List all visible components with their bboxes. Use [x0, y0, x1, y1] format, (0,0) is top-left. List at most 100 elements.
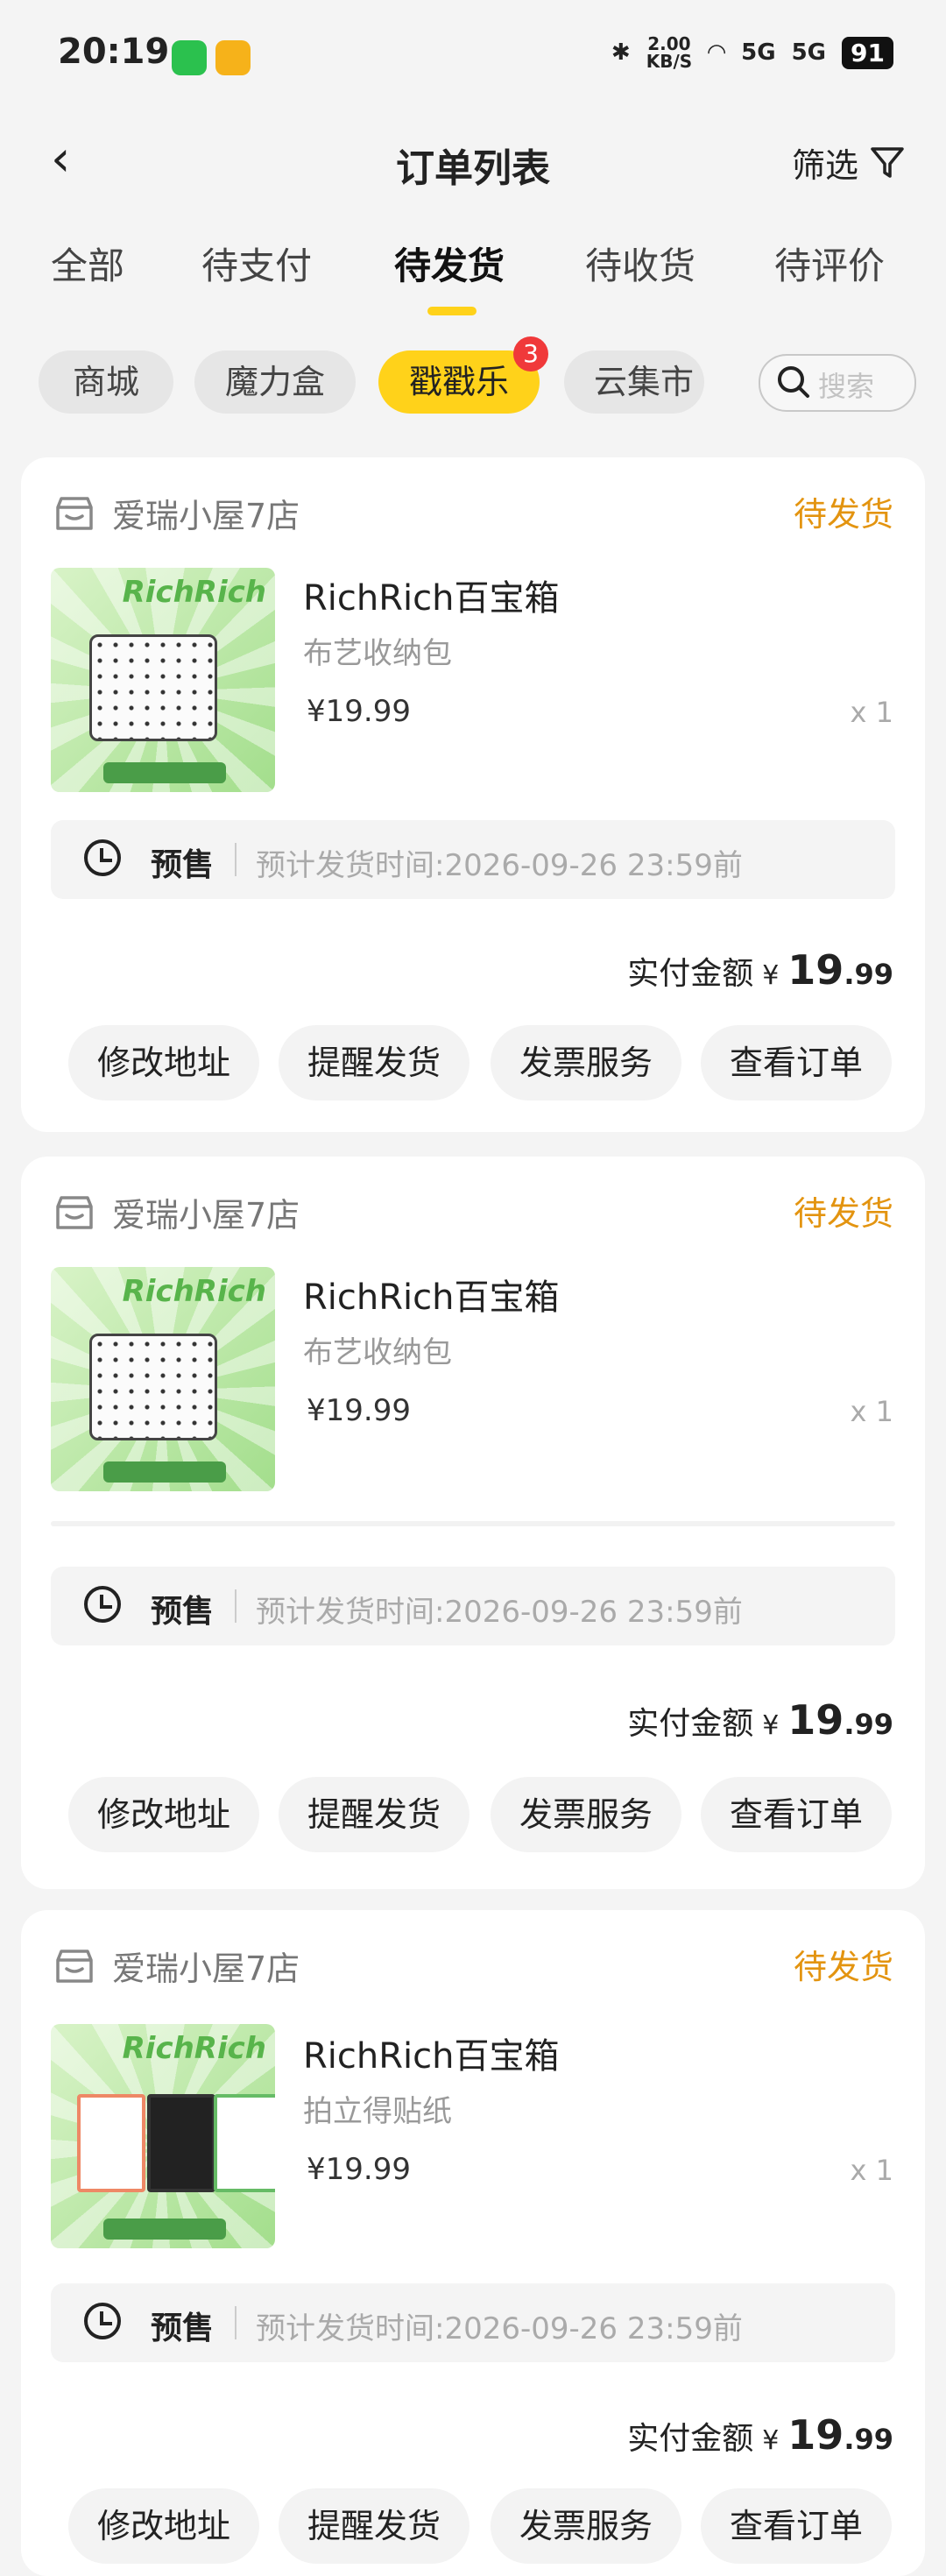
paid-amount: 实付金额 ¥ 19 .99	[627, 946, 893, 994]
eta-text: 预计发货时间:2026-09-26 23:59前	[256, 848, 743, 883]
product-price: ¥19.99	[307, 694, 411, 729]
order-actions: 修改地址 提醒发货 发票服务 查看订单	[68, 2488, 909, 2564]
invoice-service-button[interactable]: 发票服务	[491, 2488, 681, 2564]
invoice-service-button[interactable]: 发票服务	[491, 1025, 681, 1100]
nav-bar: ‹ 订单列表 筛选	[0, 131, 946, 191]
product-price: ¥19.99	[307, 1393, 411, 1428]
order-state: 待发货	[793, 495, 893, 534]
category-chips: 商城 魔力盒 戳戳乐 3 云集市 搜索	[39, 336, 916, 421]
shop-icon	[56, 496, 93, 530]
order-card: 爱瑞小屋7店 待发货 RichRich RichRich百宝箱 拍立得贴纸 ¥1…	[21, 1910, 925, 2576]
filter-icon	[871, 146, 904, 178]
presale-info: 预售 预计发货时间:2026-09-26 23:59前	[51, 2283, 895, 2362]
product-logo: RichRich	[122, 575, 266, 610]
invoice-service-button[interactable]: 发票服务	[491, 1777, 681, 1852]
shop-name: 爱瑞小屋7店	[112, 1196, 300, 1235]
modify-address-button[interactable]: 修改地址	[68, 1025, 259, 1100]
tab-all[interactable]: 全部	[51, 237, 124, 290]
clock-icon	[84, 1586, 121, 1623]
chip-mall[interactable]: 商城	[39, 350, 173, 414]
remind-shipping-button[interactable]: 提醒发货	[279, 2488, 469, 2564]
shop-icon	[56, 1195, 93, 1229]
view-order-button[interactable]: 查看订单	[701, 2488, 892, 2564]
presale-label: 预售	[151, 1594, 215, 1630]
presale-label: 预售	[151, 847, 215, 883]
paid-dec: .99	[844, 1708, 893, 1741]
tab-pending-review[interactable]: 待评价	[774, 237, 885, 290]
status-indicators: ✱ 2.00 KB/S ◠ 5G 5G 91	[611, 35, 893, 70]
tab-pending-shipment[interactable]: 待发货	[394, 237, 505, 290]
status-tabs: 全部 待支付 待发货 待收货 待评价	[0, 237, 946, 315]
product-spec: 拍立得贴纸	[303, 2094, 452, 2129]
eta-text: 预计发货时间:2026-09-26 23:59前	[256, 1595, 743, 1630]
chip-cloud-market[interactable]: 云集市	[564, 350, 704, 414]
search-input[interactable]: 搜索	[759, 354, 916, 412]
tab-pending-receipt[interactable]: 待收货	[585, 237, 695, 290]
shop-icon	[56, 1949, 93, 1983]
product-qty: x 1	[850, 696, 893, 729]
active-tab-indicator	[427, 307, 477, 315]
presale-info: 预售 预计发货时间:2026-09-26 23:59前	[51, 1567, 895, 1645]
presale-label: 预售	[151, 2311, 215, 2346]
product-image[interactable]: RichRich	[51, 2024, 275, 2248]
bluetooth-icon: ✱	[611, 39, 631, 66]
product-spec: 布艺收纳包	[303, 1335, 452, 1370]
wechat-icon	[172, 40, 207, 75]
chip-poke-fun-label: 戳戳乐	[408, 363, 509, 401]
chip-poke-fun[interactable]: 戳戳乐 3	[378, 336, 548, 414]
product-qty: x 1	[850, 1395, 893, 1428]
paid-int: 19	[787, 946, 844, 994]
signal-1: 5G	[741, 39, 776, 66]
order-actions: 修改地址 提醒发货 发票服务 查看订单	[68, 1777, 909, 1852]
paid-amount: 实付金额 ¥ 19 .99	[627, 2411, 893, 2459]
product-logo: RichRich	[122, 1274, 266, 1309]
order-state: 待发货	[793, 1948, 893, 1986]
paid-dec: .99	[844, 958, 893, 991]
view-order-button[interactable]: 查看订单	[701, 1777, 892, 1852]
product-name[interactable]: RichRich百宝箱	[303, 2028, 560, 2078]
wifi-icon: ◠	[708, 39, 726, 66]
product-name[interactable]: RichRich百宝箱	[303, 1269, 560, 1320]
filter-button[interactable]: 筛选	[792, 138, 906, 187]
remind-shipping-button[interactable]: 提醒发货	[279, 1025, 469, 1100]
chip-magic-box[interactable]: 魔力盒	[194, 350, 356, 414]
order-card: 爱瑞小屋7店 待发货 RichRich RichRich百宝箱 布艺收纳包 ¥1…	[21, 457, 925, 1132]
network-speed: 2.00 KB/S	[646, 33, 693, 72]
shop-header[interactable]: 爱瑞小屋7店	[53, 1188, 300, 1236]
paid-amount: 实付金额 ¥ 19 .99	[627, 1696, 893, 1744]
paid-int: 19	[787, 2411, 844, 2459]
order-state: 待发货	[793, 1194, 893, 1233]
presale-info: 预售 预计发货时间:2026-09-26 23:59前	[51, 820, 895, 899]
search-placeholder: 搜索	[818, 370, 875, 403]
product-name[interactable]: RichRich百宝箱	[303, 570, 560, 620]
paid-label: 实付金额	[627, 2421, 754, 2457]
remind-shipping-button[interactable]: 提醒发货	[279, 1777, 469, 1852]
shop-header[interactable]: 爱瑞小屋7店	[53, 489, 300, 537]
product-qty: x 1	[850, 2154, 893, 2187]
paid-currency: ¥	[762, 2425, 780, 2456]
order-actions: 修改地址 提醒发货 发票服务 查看订单	[68, 1025, 909, 1100]
paid-dec: .99	[844, 2423, 893, 2456]
shop-name: 爱瑞小屋7店	[112, 1950, 300, 1988]
weibo-icon	[215, 40, 251, 75]
product-price: ¥19.99	[307, 2152, 411, 2187]
product-image[interactable]: RichRich	[51, 1267, 275, 1491]
modify-address-button[interactable]: 修改地址	[68, 2488, 259, 2564]
eta-text: 预计发货时间:2026-09-26 23:59前	[256, 2311, 743, 2346]
order-card: 爱瑞小屋7店 待发货 RichRich RichRich百宝箱 布艺收纳包 ¥1…	[21, 1157, 925, 1889]
product-image[interactable]: RichRich	[51, 568, 275, 792]
status-time: 20:19	[58, 32, 170, 72]
tab-pending-payment[interactable]: 待支付	[201, 237, 312, 290]
shop-name: 爱瑞小屋7店	[112, 497, 300, 535]
modify-address-button[interactable]: 修改地址	[68, 1777, 259, 1852]
clock-icon	[84, 839, 121, 876]
shop-header[interactable]: 爱瑞小屋7店	[53, 1942, 300, 1990]
status-bar: 20:19 ✱ 2.00 KB/S ◠ 5G 5G 91	[0, 0, 946, 105]
search-icon	[778, 366, 809, 398]
paid-int: 19	[787, 1696, 844, 1744]
battery-level: 91	[842, 36, 893, 69]
view-order-button[interactable]: 查看订单	[701, 1025, 892, 1100]
signal-2: 5G	[791, 39, 827, 66]
divider	[51, 1521, 895, 1526]
clock-icon	[84, 2303, 121, 2339]
